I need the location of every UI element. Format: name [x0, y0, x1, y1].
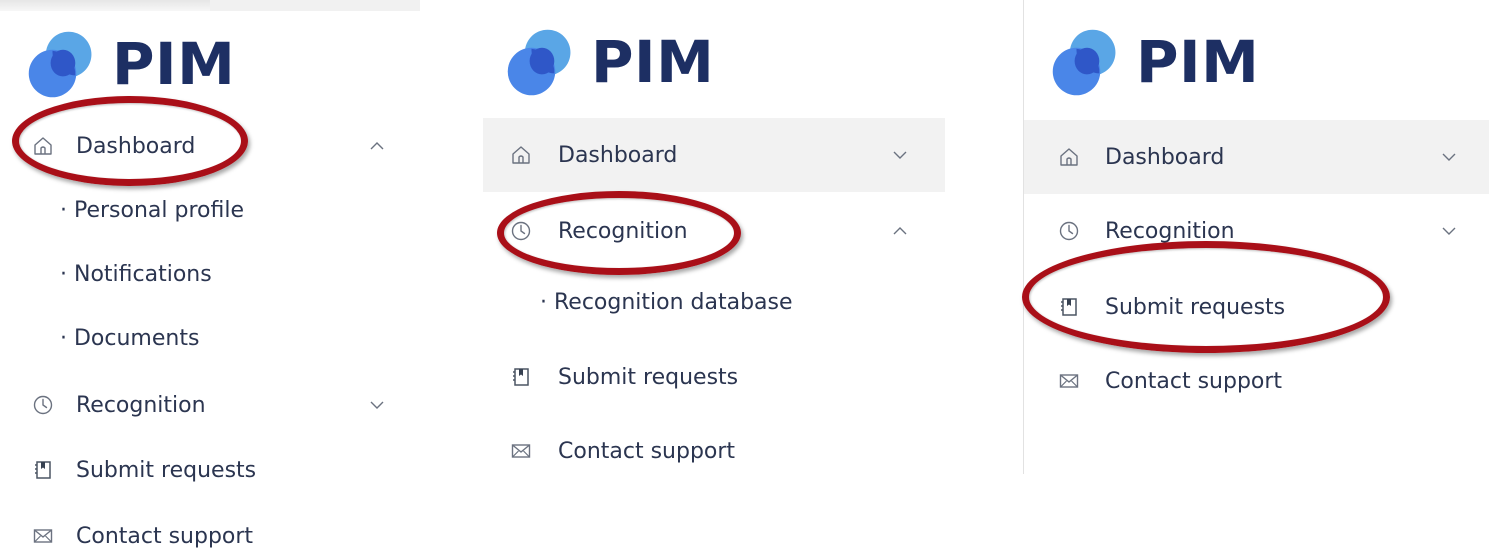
sidebar-panel-1: PIM Dashboard · Personal profile · Notif… — [0, 0, 420, 552]
sidebar-item-label: Submit requests — [558, 364, 739, 390]
clock-icon — [32, 394, 54, 416]
home-icon — [510, 144, 532, 166]
sidebar-item-recognition[interactable]: Recognition — [1024, 210, 1489, 252]
chevron-down-icon[interactable] — [368, 396, 386, 414]
sidebar-item-label: Dashboard — [558, 142, 678, 168]
sidebar-item-label: Submit requests — [1105, 294, 1286, 320]
sidebar-item-label: Recognition — [1105, 218, 1235, 244]
submenu-item-documents[interactable]: · Documents — [60, 326, 199, 351]
brand-logo[interactable]: PIM — [1048, 24, 1259, 100]
clock-icon — [1058, 220, 1080, 242]
brand-logo[interactable]: PIM — [503, 24, 714, 100]
sidebar-item-label: Contact support — [76, 523, 254, 549]
sidebar-item-contact-support[interactable]: Contact support — [483, 430, 945, 472]
sidebar-item-label: Contact support — [558, 438, 736, 464]
brand-logo[interactable]: PIM — [24, 26, 235, 102]
sidebar-item-label: Recognition — [76, 392, 206, 418]
sidebar-item-label: Dashboard — [1105, 144, 1225, 170]
clock-icon — [510, 220, 532, 242]
chevron-down-icon[interactable] — [1440, 222, 1458, 240]
submenu-item-notifications[interactable]: · Notifications — [60, 262, 212, 287]
mail-icon — [32, 525, 54, 547]
submenu-item-recognition-database[interactable]: · Recognition database — [540, 290, 793, 315]
sidebar-item-recognition[interactable]: Recognition — [483, 210, 945, 252]
sidebar-item-submit-requests[interactable]: Submit requests — [1024, 286, 1489, 328]
brand-name: PIM — [591, 28, 715, 96]
sidebar-item-label: Contact support — [1105, 368, 1283, 394]
sidebar-item-label: Dashboard — [76, 133, 196, 159]
sidebar-item-recognition[interactable]: Recognition — [0, 384, 420, 426]
chevron-down-icon[interactable] — [891, 146, 909, 164]
bookmark-icon — [1058, 296, 1080, 318]
brand-name: PIM — [112, 30, 236, 98]
sidebar-item-dashboard[interactable]: Dashboard — [0, 125, 420, 167]
sidebar-item-label: Submit requests — [76, 457, 257, 483]
chevron-down-icon[interactable] — [1440, 148, 1458, 166]
bookmark-icon — [32, 459, 54, 481]
top-divider — [210, 0, 420, 11]
sidebar-item-contact-support[interactable]: Contact support — [1024, 360, 1489, 402]
brand-name: PIM — [1136, 28, 1260, 96]
sidebar-item-dashboard[interactable]: Dashboard — [1024, 120, 1489, 194]
chevron-up-icon[interactable] — [368, 137, 386, 155]
sidebar-item-submit-requests[interactable]: Submit requests — [0, 449, 420, 491]
sidebar-item-dashboard[interactable]: Dashboard — [483, 118, 945, 192]
sidebar-panel-2: PIM Dashboard Recognition · Recognition … — [483, 0, 945, 552]
sidebar-panel-3: PIM Dashboard Recognition Submit request… — [1022, 0, 1489, 474]
sidebar-item-contact-support[interactable]: Contact support — [0, 515, 420, 552]
home-icon — [32, 135, 54, 157]
bookmark-icon — [510, 366, 532, 388]
submenu-item-personal-profile[interactable]: · Personal profile — [60, 198, 244, 223]
home-icon — [1058, 146, 1080, 168]
chevron-up-icon[interactable] — [891, 222, 909, 240]
sidebar-item-submit-requests[interactable]: Submit requests — [483, 356, 945, 398]
pim-logo-icon — [503, 24, 579, 100]
pim-logo-icon — [24, 26, 100, 102]
mail-icon — [510, 440, 532, 462]
sidebar-item-label: Recognition — [558, 218, 688, 244]
mail-icon — [1058, 370, 1080, 392]
pim-logo-icon — [1048, 24, 1124, 100]
